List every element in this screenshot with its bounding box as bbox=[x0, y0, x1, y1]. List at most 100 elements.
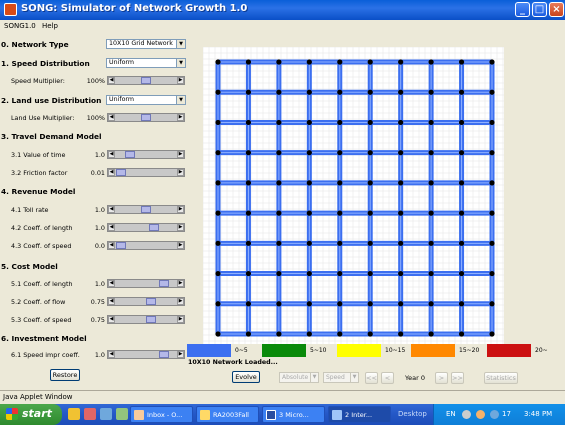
chevron-left-icon[interactable]: ◀ bbox=[108, 280, 115, 287]
chevron-right-icon[interactable]: ▶ bbox=[177, 298, 184, 305]
quicklaunch-icon[interactable] bbox=[84, 408, 96, 420]
slider-thumb[interactable] bbox=[149, 224, 159, 231]
value-of-time-slider[interactable]: ◀ ▶ bbox=[107, 150, 185, 159]
chevron-right-icon[interactable]: ▶ bbox=[177, 242, 184, 249]
legend-label: 15~20 bbox=[459, 347, 480, 354]
network-node bbox=[489, 119, 495, 126]
task-internet[interactable]: 2 Inter... bbox=[328, 406, 391, 423]
speed-select[interactable]: Speed ▼ bbox=[323, 372, 359, 383]
chevron-right-icon[interactable]: ▶ bbox=[177, 316, 184, 323]
cost-coeff-speed-label: 5.3 Coeff. of speed bbox=[11, 316, 72, 324]
task-ra2003fall[interactable]: RA2003Fall bbox=[196, 406, 259, 423]
network-node bbox=[398, 150, 404, 156]
chevron-right-icon[interactable]: ▶ bbox=[177, 280, 184, 287]
friction-factor-label: 3.2 Friction factor bbox=[11, 169, 68, 177]
land-use-multiplier-slider[interactable]: ◀ ▶ bbox=[107, 113, 185, 122]
cost-coeff-speed-slider[interactable]: ◀ ▶ bbox=[107, 315, 185, 324]
land-use-select[interactable]: Uniform ▼ bbox=[106, 95, 186, 105]
folder-icon[interactable] bbox=[68, 408, 80, 420]
network-node bbox=[428, 331, 434, 337]
chevron-left-icon[interactable]: ◀ bbox=[108, 169, 115, 176]
step-back-button[interactable]: < bbox=[381, 372, 394, 384]
tray-icon[interactable] bbox=[462, 410, 471, 419]
slider-thumb[interactable] bbox=[159, 280, 169, 287]
slider-thumb[interactable] bbox=[116, 242, 126, 249]
slider-thumb[interactable] bbox=[141, 114, 151, 121]
close-button[interactable]: × bbox=[549, 2, 564, 17]
desktop-toolbar[interactable]: Desktop bbox=[398, 410, 427, 418]
toll-rate-slider[interactable]: ◀ ▶ bbox=[107, 205, 185, 214]
network-icon[interactable] bbox=[490, 410, 499, 419]
quicklaunch-icon[interactable] bbox=[116, 408, 128, 420]
statistics-button[interactable]: Statistics bbox=[484, 372, 518, 384]
network-node bbox=[367, 59, 373, 65]
network-node bbox=[306, 119, 312, 126]
network-node bbox=[215, 59, 221, 65]
slider-thumb[interactable] bbox=[116, 169, 126, 176]
task-microsoft[interactable]: 3 Micro... bbox=[262, 406, 325, 423]
restore-button[interactable]: Restore bbox=[50, 369, 80, 381]
menu-song[interactable]: SONG1.0 bbox=[4, 22, 36, 30]
slider-thumb[interactable] bbox=[141, 77, 151, 84]
speed-impr-coeff-label: 6.1 Speed impr coeff. bbox=[11, 351, 80, 359]
network-node bbox=[458, 240, 465, 246]
task-inbox[interactable]: Inbox - O... bbox=[130, 406, 193, 423]
chevron-right-icon[interactable]: ▶ bbox=[177, 77, 184, 84]
chevron-left-icon[interactable]: ◀ bbox=[108, 206, 115, 213]
slider-thumb[interactable] bbox=[146, 298, 156, 305]
cost-coeff-length-slider[interactable]: ◀ ▶ bbox=[107, 279, 185, 288]
ie-icon[interactable] bbox=[100, 408, 112, 420]
slider-thumb[interactable] bbox=[125, 151, 135, 158]
chevron-left-icon[interactable]: ◀ bbox=[108, 224, 115, 231]
section-investment: 6. Investment Model bbox=[1, 334, 87, 343]
evolve-button[interactable]: Evolve bbox=[232, 371, 260, 383]
absolute-select[interactable]: Absolute ▼ bbox=[279, 372, 319, 383]
network-node bbox=[458, 270, 465, 277]
system-tray: EN 17 3:48 PM bbox=[433, 404, 565, 425]
network-node bbox=[306, 59, 312, 65]
chevron-left-icon[interactable]: ◀ bbox=[108, 242, 115, 249]
network-node bbox=[489, 240, 495, 246]
slider-thumb[interactable] bbox=[146, 316, 156, 323]
network-node bbox=[245, 119, 252, 126]
start-button[interactable]: start bbox=[0, 404, 62, 425]
chevron-left-icon[interactable]: ◀ bbox=[108, 351, 115, 358]
speed-multiplier-slider[interactable]: ◀ ▶ bbox=[107, 76, 185, 85]
network-type-select[interactable]: 10X10 Grid Network ▼ bbox=[106, 39, 186, 49]
fast-forward-button[interactable]: >> bbox=[451, 372, 464, 384]
speed-impr-coeff-slider[interactable]: ◀ ▶ bbox=[107, 350, 185, 359]
speed-distribution-select[interactable]: Uniform ▼ bbox=[106, 58, 186, 68]
language-indicator[interactable]: EN bbox=[446, 410, 456, 418]
chevron-right-icon[interactable]: ▶ bbox=[177, 224, 184, 231]
toll-rate-value: 1.0 bbox=[94, 206, 105, 214]
cost-coeff-flow-slider[interactable]: ◀ ▶ bbox=[107, 297, 185, 306]
chevron-right-icon[interactable]: ▶ bbox=[177, 169, 184, 176]
rewind-button[interactable]: << bbox=[365, 372, 378, 384]
chevron-left-icon[interactable]: ◀ bbox=[108, 151, 115, 158]
revenue-coeff-speed-slider[interactable]: ◀ ▶ bbox=[107, 241, 185, 250]
slider-thumb[interactable] bbox=[141, 206, 151, 213]
chevron-left-icon[interactable]: ◀ bbox=[108, 114, 115, 121]
slider-thumb[interactable] bbox=[159, 351, 169, 358]
revenue-coeff-length-slider[interactable]: ◀ ▶ bbox=[107, 223, 185, 232]
chevron-left-icon[interactable]: ◀ bbox=[108, 77, 115, 84]
chevron-right-icon[interactable]: ▶ bbox=[177, 206, 184, 213]
friction-factor-slider[interactable]: ◀ ▶ bbox=[107, 168, 185, 177]
network-node bbox=[215, 119, 221, 126]
tray-icon[interactable] bbox=[476, 410, 485, 419]
menu-help[interactable]: Help bbox=[42, 22, 58, 30]
step-forward-button[interactable]: > bbox=[435, 372, 448, 384]
legend-swatch bbox=[337, 344, 381, 357]
chevron-left-icon[interactable]: ◀ bbox=[108, 298, 115, 305]
chevron-right-icon[interactable]: ▶ bbox=[177, 114, 184, 121]
chevron-left-icon[interactable]: ◀ bbox=[108, 316, 115, 323]
chevron-down-icon: ▼ bbox=[350, 373, 358, 382]
network-node bbox=[276, 150, 282, 156]
minimize-button[interactable]: _ bbox=[515, 2, 530, 17]
network-node bbox=[367, 331, 373, 337]
maximize-button[interactable]: □ bbox=[532, 2, 547, 17]
network-canvas[interactable] bbox=[203, 47, 504, 344]
network-node bbox=[367, 210, 373, 216]
chevron-right-icon[interactable]: ▶ bbox=[177, 351, 184, 358]
chevron-right-icon[interactable]: ▶ bbox=[177, 151, 184, 158]
